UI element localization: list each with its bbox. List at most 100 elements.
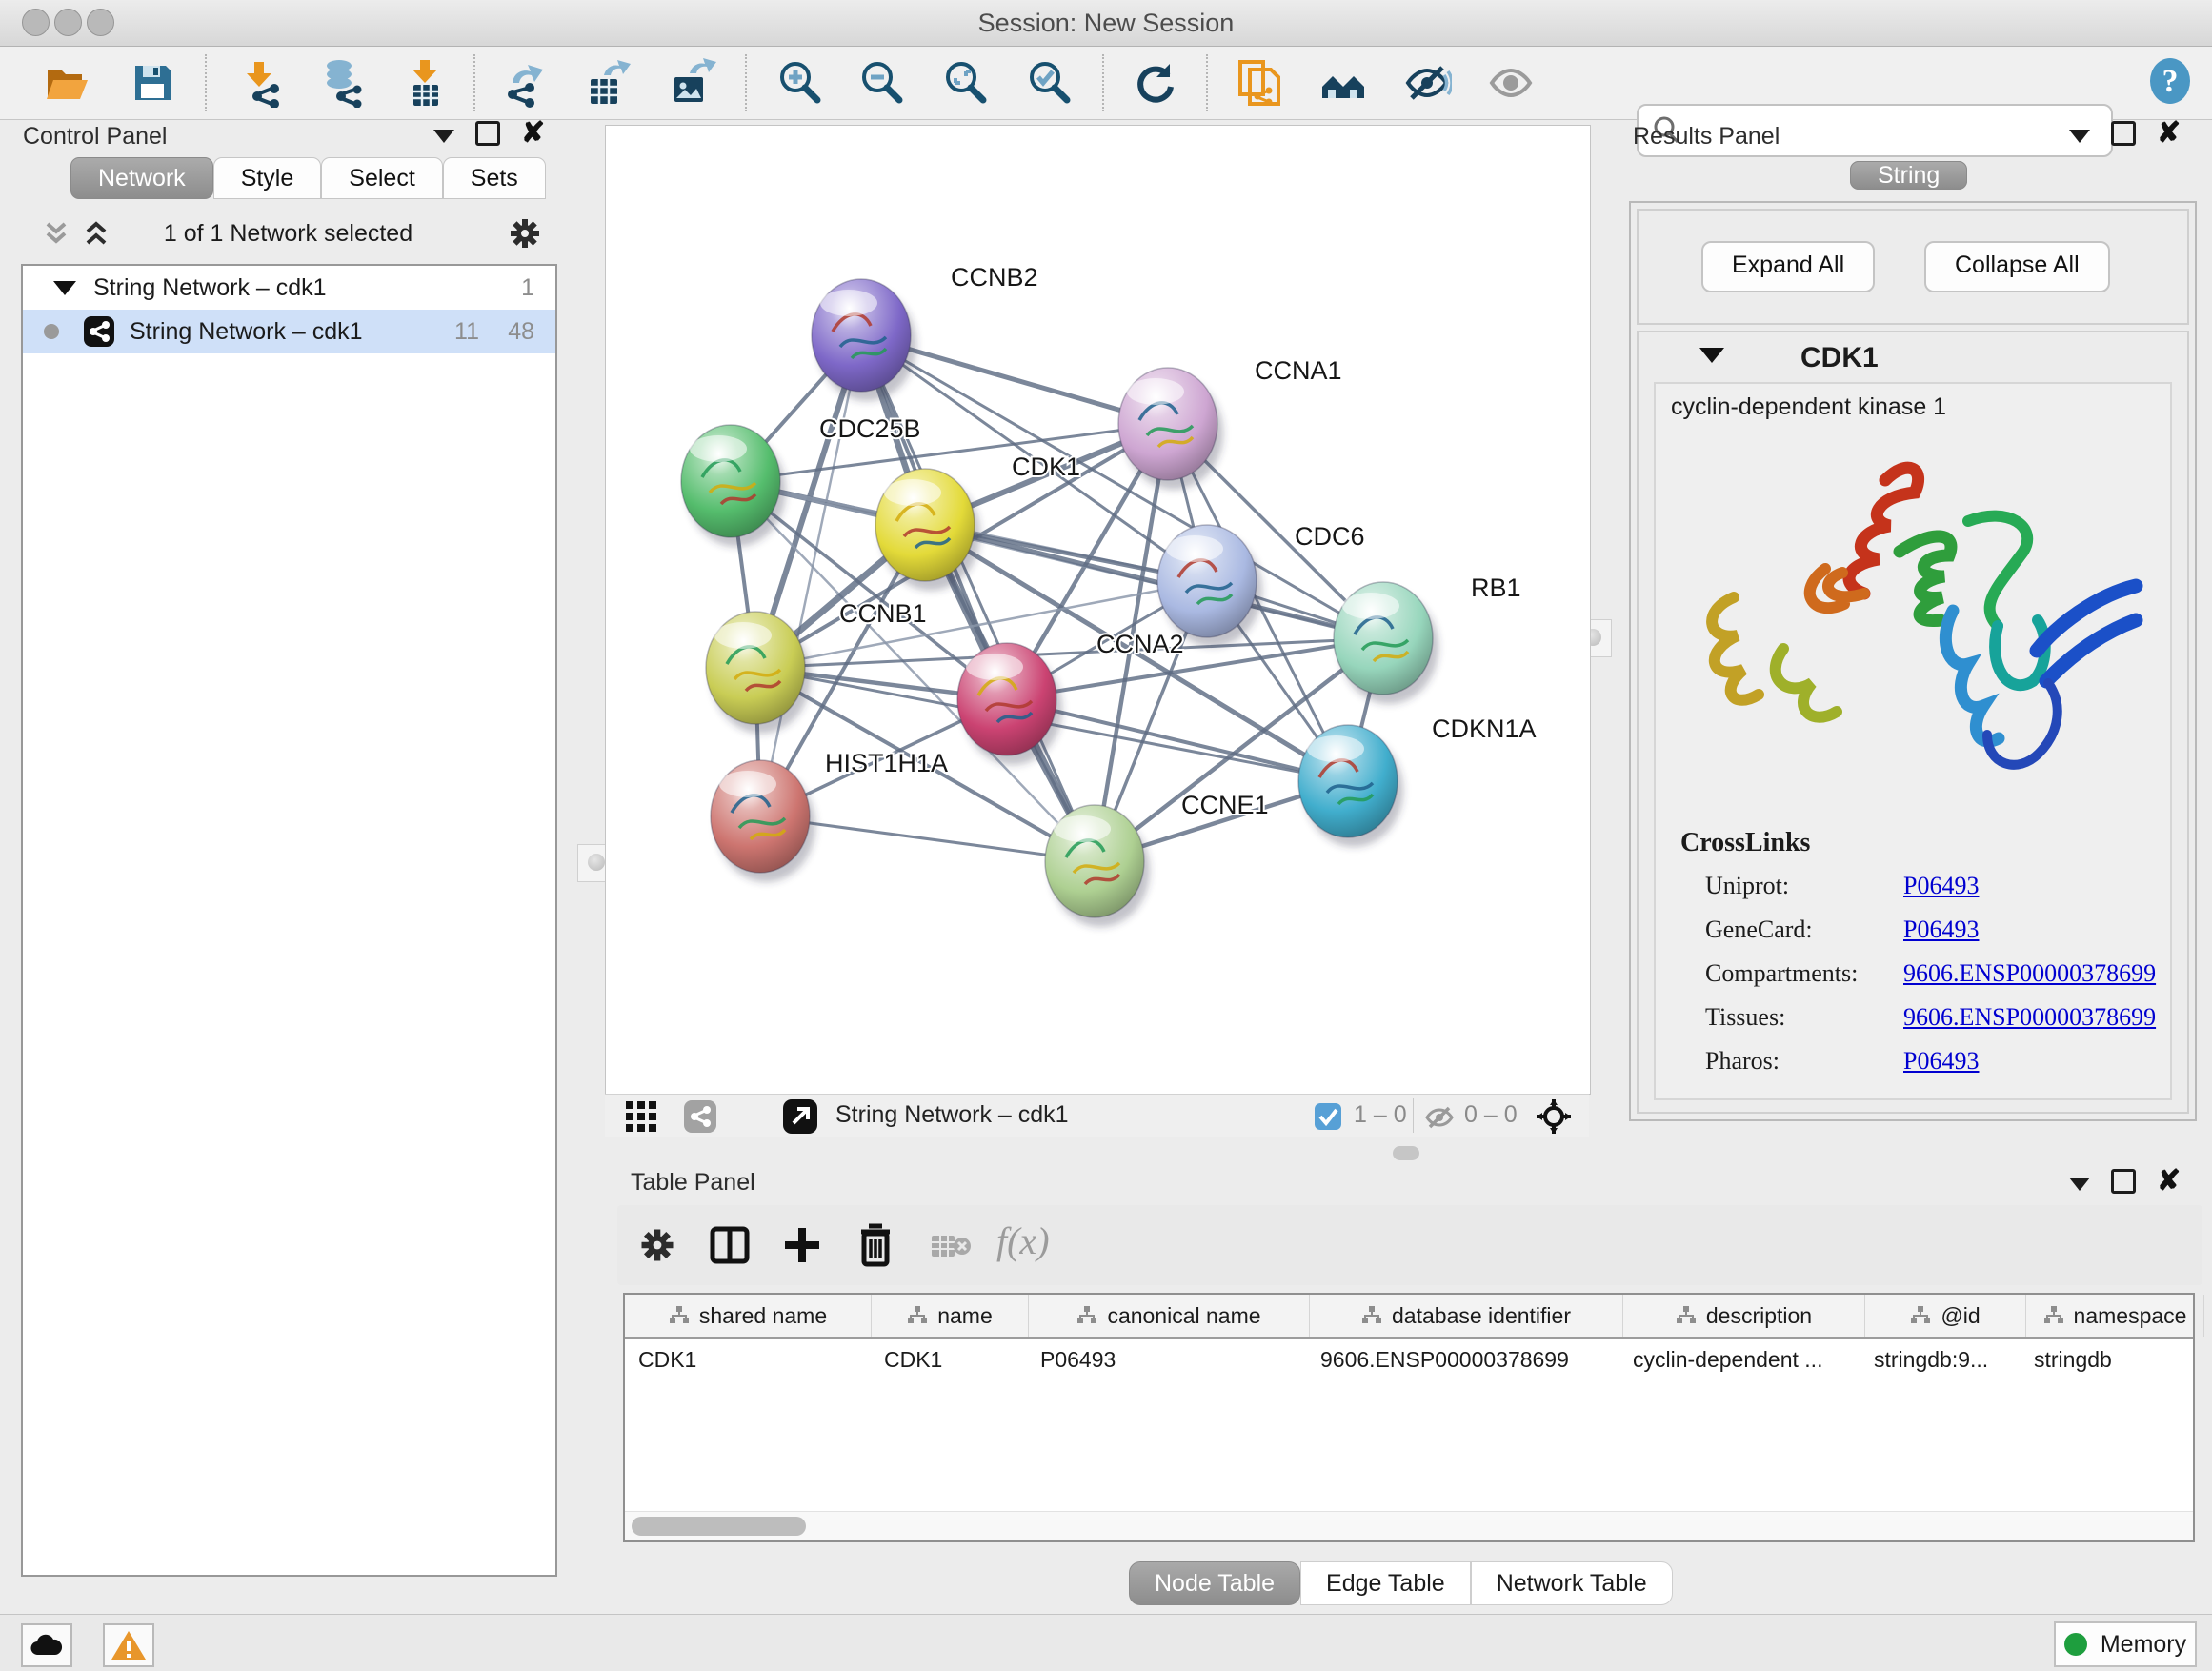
table-cell[interactable]: CDK1 bbox=[625, 1339, 871, 1380]
results-tab-string[interactable]: String bbox=[1850, 155, 1967, 195]
zoom-in-icon[interactable] bbox=[775, 58, 825, 108]
crosslink-row: GeneCard:P06493 bbox=[1656, 916, 2161, 959]
collapse-all-button[interactable]: Collapse All bbox=[1924, 241, 2110, 292]
gear-icon[interactable] bbox=[506, 214, 544, 252]
tab-edge-table[interactable]: Edge Table bbox=[1300, 1561, 1471, 1605]
results-panel-title: Results Panel bbox=[1633, 123, 1780, 151]
export-table-icon[interactable] bbox=[583, 58, 633, 108]
expand-all-button[interactable]: Expand All bbox=[1701, 241, 1875, 292]
titlebar: Session: New Session bbox=[0, 0, 2212, 47]
panel-close-icon[interactable]: ✘ bbox=[2157, 123, 2181, 144]
network-view-toolbar: String Network – cdk1 1 – 0 0 – 0 bbox=[605, 1094, 1589, 1137]
panel-menu-icon[interactable] bbox=[2069, 130, 2090, 143]
show-details-eye-icon bbox=[1486, 58, 1536, 108]
toolbar-separator bbox=[1102, 54, 1104, 111]
network-tree: String Network – cdk1 1 String Network –… bbox=[21, 264, 557, 1577]
save-session-icon[interactable] bbox=[128, 58, 177, 108]
tab-network[interactable]: Network bbox=[70, 157, 213, 199]
crosslink-row: Compartments: 9606.ENSP00000378699 bbox=[1656, 959, 2161, 1003]
delete-column-trash-icon[interactable] bbox=[854, 1222, 897, 1268]
network-node-CDKN1A[interactable]: CDKN1A bbox=[1298, 715, 1537, 847]
export-network-icon[interactable] bbox=[501, 58, 551, 108]
add-column-icon[interactable] bbox=[781, 1224, 823, 1266]
node-label: CCNB1 bbox=[839, 599, 927, 628]
network-node-CDK1[interactable]: CDK1 bbox=[875, 453, 1080, 591]
window-minimize-button[interactable] bbox=[54, 9, 82, 36]
export-image-icon[interactable] bbox=[667, 58, 716, 108]
column-header-name[interactable]: name bbox=[872, 1295, 1029, 1337]
panel-float-icon[interactable] bbox=[2111, 121, 2136, 146]
table-settings-gear-icon[interactable] bbox=[636, 1224, 678, 1266]
network-collection-row[interactable]: String Network – cdk1 1 bbox=[23, 266, 555, 310]
column-header-shared-name[interactable]: shared name bbox=[625, 1295, 872, 1337]
crosslink-link[interactable]: 9606.ENSP00000378699 bbox=[1903, 1003, 2156, 1032]
cloud-button[interactable] bbox=[21, 1623, 72, 1667]
column-header-canonical-name[interactable]: canonical name bbox=[1029, 1295, 1310, 1337]
zoom-fit-content-icon[interactable] bbox=[941, 58, 991, 108]
import-table-from-file-icon[interactable] bbox=[400, 58, 450, 108]
panel-close-icon[interactable]: ✘ bbox=[521, 123, 545, 144]
network-graph[interactable]: CCNB2CCNA1CDC25BCDK1CDC6RB1CCNB1CCNA2CDK… bbox=[606, 126, 1590, 1094]
status-bar: Memory bbox=[0, 1614, 2212, 1671]
zoom-out-icon[interactable] bbox=[857, 58, 907, 108]
crosslink-link[interactable]: P06493 bbox=[1903, 1047, 1979, 1076]
warnings-button[interactable] bbox=[103, 1623, 154, 1667]
hide-graphics-details-icon[interactable] bbox=[1402, 58, 1452, 108]
crosslink-link[interactable]: 9606.ENSP00000378699 bbox=[1903, 959, 2156, 988]
scrollbar-thumb[interactable] bbox=[632, 1517, 806, 1536]
table-cell[interactable]: P06493 bbox=[1027, 1339, 1307, 1380]
column-type-icon bbox=[1076, 1305, 1097, 1326]
crosslink-row: Pharos:P06493 bbox=[1656, 1047, 2161, 1091]
birds-eye-view-icon[interactable] bbox=[1535, 1097, 1573, 1136]
string-query-icon[interactable] bbox=[1318, 58, 1368, 108]
help-icon[interactable]: ? bbox=[2145, 56, 2195, 106]
protein-header-row[interactable]: CDK1 bbox=[1639, 338, 2187, 380]
network-canvas[interactable]: CCNB2CCNA1CDC25BCDK1CDC6RB1CCNB1CCNA2CDK… bbox=[605, 125, 1591, 1095]
network-node-HIST1H1A[interactable]: HIST1H1A bbox=[711, 749, 948, 882]
import-network-from-database-icon[interactable] bbox=[316, 58, 366, 108]
column-type-icon bbox=[907, 1305, 928, 1326]
crosslink-link[interactable]: P06493 bbox=[1903, 916, 1979, 944]
window-close-button[interactable] bbox=[22, 9, 50, 36]
column-type-icon bbox=[1361, 1305, 1382, 1326]
crosslink-label: Compartments: bbox=[1705, 959, 1858, 988]
refresh-view-icon[interactable] bbox=[1130, 58, 1179, 108]
window-zoom-button[interactable] bbox=[87, 9, 114, 36]
tab-select[interactable]: Select bbox=[321, 157, 442, 199]
tab-style[interactable]: Style bbox=[213, 157, 322, 199]
horizontal-splitter-handle[interactable] bbox=[1393, 1146, 1419, 1160]
network-edge-CCNB2-HIST1H1A[interactable] bbox=[760, 335, 861, 816]
node-gloss bbox=[1054, 815, 1111, 842]
disclosure-triangle-icon[interactable] bbox=[1699, 348, 1724, 363]
node-gloss bbox=[690, 435, 747, 462]
tab-node-table[interactable]: Node Table bbox=[1129, 1561, 1300, 1605]
open-file-icon[interactable] bbox=[42, 58, 91, 108]
table-cell[interactable]: 9606.ENSP00000378699 bbox=[1307, 1339, 1619, 1380]
network-row[interactable]: String Network – cdk1 11 48 bbox=[23, 310, 555, 353]
selected-checkbox-icon[interactable] bbox=[1314, 1102, 1342, 1131]
network-node-RB1[interactable]: RB1 bbox=[1334, 574, 1521, 704]
network-node-CCNA1[interactable]: CCNA1 bbox=[1118, 356, 1342, 490]
network-share-icon[interactable] bbox=[683, 1099, 717, 1134]
show-columns-icon[interactable] bbox=[709, 1224, 751, 1266]
panel-menu-icon[interactable] bbox=[433, 130, 454, 143]
table-cell[interactable]: CDK1 bbox=[871, 1339, 1027, 1380]
column-header-database-identifier[interactable]: database identifier bbox=[1310, 1295, 1623, 1337]
panel-float-icon[interactable] bbox=[475, 121, 500, 146]
results-panel: Results Panel ✘ String Expand All Collap… bbox=[1619, 119, 2202, 1615]
grid-view-icon[interactable] bbox=[624, 1099, 658, 1134]
protein-result-section: CDK1 cyclin-dependent kinase 1 bbox=[1637, 331, 2189, 1114]
crosslink-link[interactable]: P06493 bbox=[1903, 872, 1979, 900]
copy-network-icon[interactable] bbox=[1235, 58, 1284, 108]
node-label: RB1 bbox=[1471, 574, 1521, 602]
tab-sets[interactable]: Sets bbox=[443, 157, 546, 199]
import-network-from-file-icon[interactable] bbox=[236, 58, 286, 108]
memory-label: Memory bbox=[2101, 1631, 2186, 1659]
disclosure-triangle-icon[interactable] bbox=[53, 281, 76, 295]
toolbar-separator bbox=[1206, 54, 1208, 111]
control-panel-tabs: NetworkStyleSelectSets bbox=[70, 157, 546, 199]
zoom-selected-icon[interactable] bbox=[1025, 58, 1075, 108]
warning-icon bbox=[110, 1629, 148, 1661]
open-in-new-window-icon[interactable] bbox=[782, 1098, 818, 1135]
memory-button[interactable]: Memory bbox=[2054, 1621, 2197, 1667]
